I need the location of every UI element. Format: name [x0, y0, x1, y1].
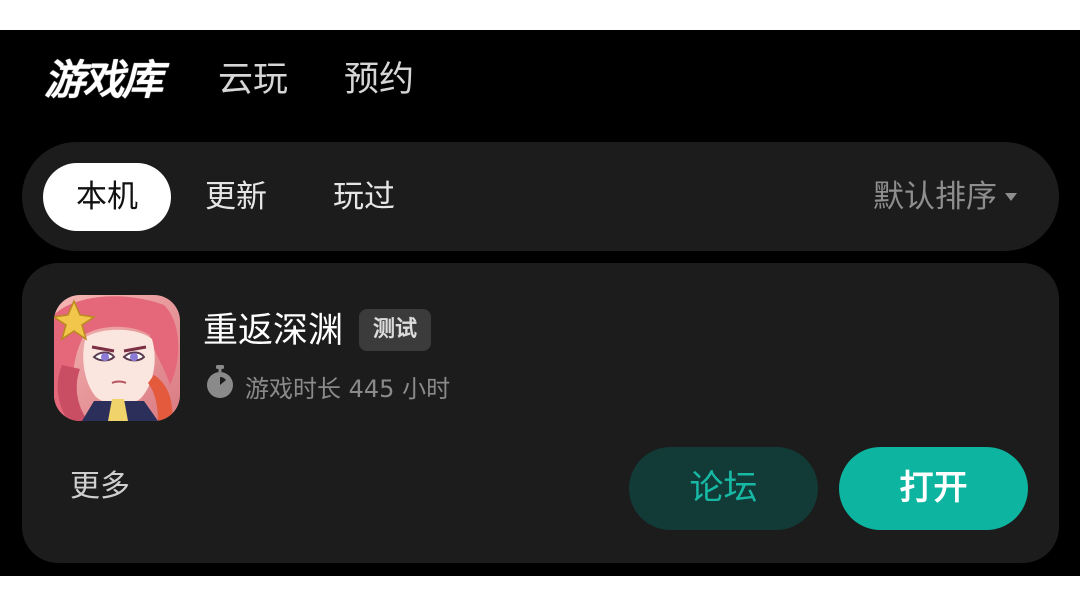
- game-icon-image[interactable]: [54, 295, 180, 421]
- playtime-text: 游戏时长 445 小时: [245, 375, 451, 403]
- playtime-row: 游戏时长 445 小时: [205, 365, 451, 409]
- tab-cloud-play[interactable]: 云玩: [218, 54, 288, 106]
- caret-down-icon: [1005, 192, 1017, 201]
- sort-label: 默认排序: [873, 179, 997, 215]
- game-card: 重返深渊 测试 游戏时长 445 小时 更多 论坛 打开: [22, 263, 1059, 563]
- game-title[interactable]: 重返深渊: [203, 307, 343, 355]
- tab-reservations[interactable]: 预约: [344, 54, 414, 106]
- stopwatch-icon: [205, 365, 235, 411]
- open-button[interactable]: 打开: [839, 447, 1028, 530]
- app-screen: 游戏库 云玩 预约 本机 更新 玩过 默认排序 重返深渊 测试 游戏时长 445…: [0, 30, 1080, 576]
- sort-dropdown[interactable]: 默认排序: [873, 163, 1017, 231]
- test-badge: 测试: [359, 309, 431, 351]
- tab-game-library[interactable]: 游戏库: [42, 54, 163, 108]
- forum-button[interactable]: 论坛: [629, 447, 818, 530]
- more-button[interactable]: 更多: [70, 465, 130, 509]
- filter-chip-updates[interactable]: 更新: [202, 163, 270, 231]
- filter-bar: 本机 更新 玩过 默认排序: [22, 142, 1059, 251]
- filter-chip-local[interactable]: 本机: [43, 163, 171, 231]
- tab-game-library-label: 游戏库: [44, 56, 163, 104]
- filter-chip-played[interactable]: 玩过: [330, 163, 398, 231]
